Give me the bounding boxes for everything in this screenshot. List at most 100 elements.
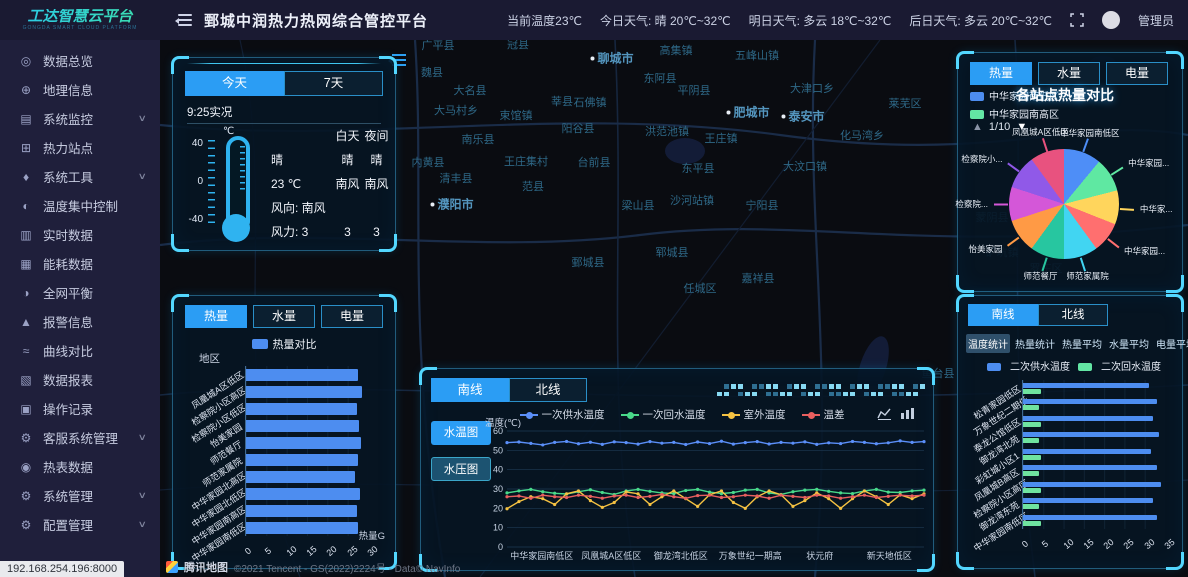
pie-label-line	[994, 204, 1008, 206]
weather-grid-cell	[333, 196, 362, 220]
x-axis-tick: 10	[1061, 536, 1075, 550]
weather-grid-cell	[269, 124, 333, 148]
dashboard-icon: ◎	[18, 54, 34, 68]
sidebar-item-2[interactable]: ▤系统监控∨	[0, 104, 160, 133]
sidebar-item-5[interactable]: ◐温度集中控制	[0, 191, 160, 220]
tab-heat[interactable]: 热量	[185, 305, 247, 328]
map-place-label: 大名县	[454, 82, 487, 98]
line-type-icon[interactable]	[877, 407, 892, 420]
bar-type-icon[interactable]	[900, 407, 915, 420]
svg-text:20: 20	[493, 503, 503, 513]
line-legend-item[interactable]: 室外温度	[722, 407, 786, 422]
map-place-label: 洪范池镇	[645, 123, 689, 139]
legend-marker	[722, 414, 740, 416]
line-legend-item[interactable]: 一次回水温度	[621, 407, 706, 422]
tab-south-line[interactable]: 南线	[431, 378, 509, 402]
sidebar-item-label: 全网平衡	[43, 283, 93, 302]
tab-north-line[interactable]: 北线	[1038, 304, 1108, 326]
monitor-icon: ▤	[18, 112, 34, 126]
temperature-control-icon: ◐	[18, 199, 34, 213]
page-title: 鄄城中润热力热网综合管控平台	[204, 10, 428, 31]
weather-panel: 今天 7天 9:25实况 ℃ 40 0 -40 白天夜间晴晴晴23 ℃南风南风风…	[172, 57, 396, 251]
sidebar-item-0[interactable]: ◎数据总览	[0, 46, 160, 75]
thermometer-bulb	[222, 214, 250, 242]
sidebar-item-3[interactable]: ⊞热力站点	[0, 133, 160, 162]
sidebar-item-16[interactable]: ⚙配置管理∨	[0, 510, 160, 539]
sidebar-item-9[interactable]: ▲报警信息	[0, 307, 160, 336]
sidebar-item-1[interactable]: ⊕地理信息	[0, 75, 160, 104]
line-legend-item[interactable]: 一次供水温度	[520, 407, 605, 422]
bar-row: 凤凰城A区低区	[183, 366, 383, 383]
subtab-0[interactable]: 温度统计	[966, 334, 1010, 353]
weather-tab-week[interactable]: 7天	[284, 71, 383, 96]
bar	[1023, 504, 1039, 509]
menu-collapse-icon[interactable]	[174, 14, 192, 26]
subtab-2[interactable]: 热量平均	[1060, 334, 1104, 353]
bar	[246, 522, 358, 534]
tab-power[interactable]: 电量	[321, 305, 383, 328]
sidebar-item-4[interactable]: ♦系统工具∨	[0, 162, 160, 191]
report-icon: ▧	[18, 373, 34, 387]
sidebar-item-label: 操作记录	[43, 399, 93, 418]
x-axis-tick: 5	[263, 546, 273, 557]
sidebar-item-6[interactable]: ▥实时数据	[0, 220, 160, 249]
sidebar-item-14[interactable]: ◉热表数据	[0, 452, 160, 481]
header-right: 当前温度23℃ 今日天气: 晴 20℃~32℃ 明日天气: 多云 18℃~32℃…	[507, 11, 1188, 29]
x-axis-tick: 15	[305, 544, 319, 558]
fullscreen-icon[interactable]	[1070, 13, 1084, 27]
map-place-label: 台前县	[578, 154, 611, 170]
sidebar-item-7[interactable]: ▦能耗数据	[0, 249, 160, 278]
sidebar-item-15[interactable]: ⚙系统管理∨	[0, 481, 160, 510]
line-legend-item[interactable]: 温差	[802, 407, 845, 422]
data-zoom-dots[interactable]	[717, 384, 907, 399]
sidebar-item-12[interactable]: ▣操作记录	[0, 394, 160, 423]
x-axis-tick: 10	[284, 544, 298, 558]
panel-decoration	[187, 63, 381, 64]
sidebar-item-10[interactable]: ≈曲线对比	[0, 336, 160, 365]
chart-type-switcher	[877, 407, 915, 420]
map-area[interactable]: 广平县冠县聊城市高集镇五峰山镇魏县大名县东阿县平阴县大津口乡莱芜区莘县石佛镇肥城…	[160, 40, 1188, 577]
bar	[1023, 383, 1149, 388]
south-north-tabs: 南线 北线	[431, 378, 587, 402]
bar	[246, 471, 355, 483]
map-place-label: 南乐县	[462, 131, 495, 147]
avatar[interactable]	[1102, 11, 1120, 29]
logo-title: 工达智慧云平台	[0, 9, 160, 24]
y-axis-label: 地区	[199, 351, 220, 366]
tab-heat[interactable]: 热量	[970, 62, 1032, 85]
subtab-4[interactable]: 电量平均	[1154, 334, 1188, 353]
alarm-icon: ▲	[18, 315, 34, 329]
tab-power[interactable]: 电量	[1106, 62, 1168, 85]
map-place-label: 内黄县	[412, 154, 445, 170]
pie-slice-label: 检察院小...	[961, 153, 1002, 165]
legend-label: 二次回水温度	[1101, 362, 1161, 373]
pie-disc[interactable]	[1009, 149, 1119, 259]
sidebar-item-11[interactable]: ▧数据报表	[0, 365, 160, 394]
svg-text:10: 10	[493, 523, 503, 533]
statistic-subtabs: 温度统计热量统计热量平均水量平均电量平均	[966, 334, 1178, 353]
map-brand: 腾讯地图	[184, 559, 228, 575]
map-place-label: 束馆镇	[500, 107, 533, 123]
station-heat-bar-chart: 凤凰城A区低区检察院小区高区检察院小区低区怡美家园师范餐厅师范家属院中华家园北高…	[183, 366, 383, 556]
page-up-icon[interactable]: ▲	[972, 121, 983, 133]
bar	[1023, 455, 1041, 460]
tab-water[interactable]: 水量	[1038, 62, 1100, 85]
map-place-label: 东阿县	[644, 70, 677, 86]
pie-label-line	[1007, 237, 1019, 246]
weather-tab-today[interactable]: 今天	[185, 71, 284, 96]
subtab-3[interactable]: 水量平均	[1107, 334, 1151, 353]
tab-water[interactable]: 水量	[253, 305, 315, 328]
subtab-1[interactable]: 热量统计	[1013, 334, 1057, 353]
legend-label: 一次供水温度	[542, 409, 605, 421]
map-place-label: 广平县	[422, 40, 455, 53]
tab-north-line[interactable]: 北线	[509, 378, 587, 402]
sidebar-item-8[interactable]: ◑全网平衡	[0, 278, 160, 307]
pie-slice-label: 检察院...	[955, 198, 988, 210]
sidebar: ◎数据总览⊕地理信息▤系统监控∨⊞热力站点♦系统工具∨◐温度集中控制▥实时数据▦…	[0, 40, 160, 577]
sidebar-item-13[interactable]: ⚙客服系统管理∨	[0, 423, 160, 452]
page-indicator: 1/10	[989, 121, 1010, 133]
geo-icon: ⊕	[18, 83, 34, 97]
tab-south-line[interactable]: 南线	[968, 304, 1038, 326]
svg-text:30: 30	[493, 484, 503, 494]
map-place-label: 濮阳市	[430, 196, 473, 213]
